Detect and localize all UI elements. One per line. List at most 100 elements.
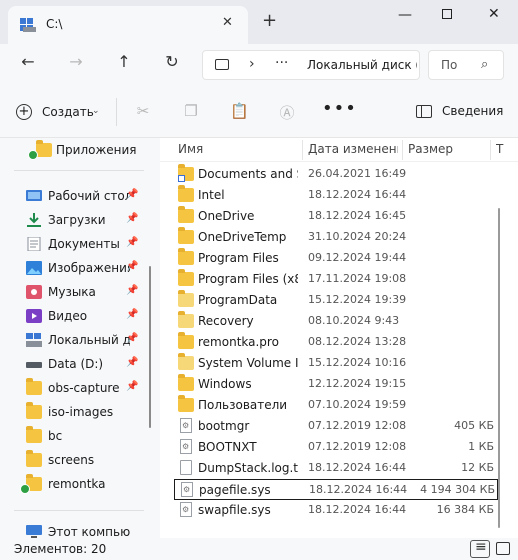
pin-icon[interactable]: 📌: [126, 237, 138, 248]
rename-icon[interactable]: Ⓐ: [278, 102, 296, 122]
column-type[interactable]: Тип: [496, 142, 504, 156]
table-row[interactable]: Program Files 09.12.2024 19:44: [174, 248, 498, 269]
more-path-icon[interactable]: ···: [275, 55, 288, 71]
table-row[interactable]: OneDriveTemp 31.10.2024 20:24: [174, 227, 498, 248]
table-row[interactable]: bootmgr 07.12.2019 12:08 405 КБ: [174, 416, 498, 437]
address-bar[interactable]: › ··· Локальный диск (C:): [202, 50, 420, 80]
sidebar-item-label: Музыка: [48, 285, 96, 299]
folder-icon: [26, 402, 42, 419]
folder-icon: [178, 311, 194, 328]
file-date: 18.12.2024 16:45: [308, 209, 407, 222]
pin-icon[interactable]: 📌: [126, 309, 138, 320]
sidebar-item-video[interactable]: Видео 📌: [0, 306, 150, 328]
tiles-view-button[interactable]: [496, 542, 510, 555]
pin-icon[interactable]: 📌: [126, 357, 138, 368]
table-row[interactable]: Windows 12.12.2024 19:15: [174, 374, 498, 395]
table-row[interactable]: Пользователи 07.10.2024 19:59: [174, 395, 498, 416]
file-date: 08.10.2024 9:43: [308, 314, 400, 327]
pin-icon[interactable]: 📌: [126, 381, 138, 392]
sidebar-item-apps[interactable]: Приложения: [0, 140, 150, 162]
close-tab-icon[interactable]: ✕: [222, 15, 233, 30]
folder-icon: [178, 185, 194, 202]
sidebar-item-desktop[interactable]: Рабочий стол 📌: [0, 186, 150, 208]
table-row[interactable]: ProgramData 15.12.2024 19:39: [174, 290, 498, 311]
column-divider[interactable]: [302, 140, 303, 160]
sidebar-item-music[interactable]: Музыка 📌: [0, 282, 150, 304]
close-window-button[interactable]: ✕: [488, 6, 500, 22]
system-file-icon: [180, 418, 192, 433]
sidebar-item-local-disk[interactable]: Локальный диск (C:) 📌: [0, 330, 150, 352]
search-input[interactable]: По ⌕: [428, 50, 504, 80]
table-row[interactable]: pagefile.sys 18.12.2024 16:44 4 194 304 КБ: [174, 479, 498, 500]
pin-icon[interactable]: 📌: [126, 285, 138, 296]
folder-icon: [26, 450, 42, 467]
table-row[interactable]: System Volume Information 15.12.2024 10:1…: [174, 353, 498, 374]
sidebar-item-this-pc[interactable]: Этот компьютер: [0, 522, 150, 538]
new-tab-button[interactable]: +: [262, 12, 277, 30]
music-icon: [26, 285, 42, 299]
column-divider[interactable]: [490, 140, 491, 160]
table-row[interactable]: Documents and Settings 26.04.2021 16:49: [174, 164, 498, 185]
drive-icon: [20, 18, 36, 32]
file-icon: [180, 460, 192, 475]
sidebar-item-downloads[interactable]: Загрузки 📌: [0, 210, 150, 232]
sidebar-item-documents[interactable]: Документы 📌: [0, 234, 150, 256]
table-row[interactable]: DumpStack.log.tmp 18.12.2024 16:44 12 КБ: [174, 458, 498, 479]
file-name: System Volume Information: [198, 356, 298, 370]
file-name: Windows: [198, 377, 252, 391]
column-name[interactable]: Имя: [178, 142, 203, 156]
sidebar-scrollbar[interactable]: [149, 266, 151, 428]
sidebar-item-pictures[interactable]: Изображения 📌: [0, 258, 150, 280]
maximize-button[interactable]: [442, 9, 452, 19]
sidebar-item-data-d[interactable]: Data (D:) 📌: [0, 354, 150, 376]
pin-icon[interactable]: 📌: [126, 189, 138, 200]
column-divider[interactable]: [402, 140, 403, 160]
table-row[interactable]: Program Files (x86) 17.11.2024 19:08: [174, 269, 498, 290]
plus-icon: +: [16, 104, 32, 120]
paste-icon[interactable]: 📋: [230, 102, 249, 120]
sidebar-item-bc[interactable]: bc: [0, 426, 150, 448]
file-name: BOOTNXT: [198, 440, 257, 454]
file-date: 17.11.2024 19:08: [308, 272, 407, 285]
monitor-icon: [215, 59, 229, 70]
address-text[interactable]: Локальный диск (C:): [307, 58, 417, 72]
file-date: 18.12.2024 16:44: [308, 461, 407, 474]
column-size[interactable]: Размер: [408, 142, 453, 156]
file-date: 08.12.2024 13:28: [308, 335, 407, 348]
table-row[interactable]: remontka.pro 08.12.2024 13:28: [174, 332, 498, 353]
folder-icon: [178, 206, 194, 223]
chevron-right-icon[interactable]: ›: [249, 56, 255, 72]
file-size: 16 384 КБ: [436, 503, 494, 516]
table-row[interactable]: swapfile.sys 18.12.2024 16:44 16 384 КБ: [174, 500, 498, 521]
folder-icon: [178, 164, 194, 182]
tab-c-drive[interactable]: C:\ ✕: [8, 6, 248, 44]
up-button[interactable]: ↑: [112, 52, 136, 71]
back-button[interactable]: ←: [16, 52, 40, 71]
sort-up-icon: ^: [234, 138, 242, 140]
more-options-button[interactable]: •••: [322, 98, 357, 119]
file-name: pagefile.sys: [199, 483, 271, 497]
table-row[interactable]: OneDrive 18.12.2024 16:45: [174, 206, 498, 227]
vertical-scrollbar[interactable]: [498, 208, 500, 528]
sidebar-item-label: Изображения: [48, 261, 130, 275]
pin-icon[interactable]: 📌: [126, 213, 138, 224]
cut-icon[interactable]: ✂: [134, 102, 152, 120]
pin-icon[interactable]: 📌: [126, 333, 138, 344]
sidebar-item-obs-capture[interactable]: obs-capture 📌: [0, 378, 150, 400]
sidebar-item-remontka[interactable]: remontka: [0, 474, 150, 496]
table-row[interactable]: Intel 18.12.2024 16:44: [174, 185, 498, 206]
table-row[interactable]: Recovery 08.10.2024 9:43: [174, 311, 498, 332]
sidebar-item-iso-images[interactable]: iso-images: [0, 402, 150, 424]
copy-icon[interactable]: ❐: [182, 102, 200, 120]
minimize-button[interactable]: —: [398, 7, 412, 23]
column-date[interactable]: Дата изменения: [308, 142, 398, 156]
forward-button[interactable]: →: [64, 52, 88, 71]
sidebar-item-screens[interactable]: screens: [0, 450, 150, 472]
desktop-icon: [26, 190, 42, 201]
file-size: 1 КБ: [468, 440, 494, 453]
table-row[interactable]: BOOTNXT 07.12.2019 12:08 1 КБ: [174, 437, 498, 458]
file-date: 18.12.2024 16:44: [308, 188, 407, 201]
pin-icon[interactable]: 📌: [126, 261, 138, 272]
refresh-button[interactable]: ↻: [160, 52, 184, 71]
details-view-button[interactable]: [470, 539, 490, 558]
